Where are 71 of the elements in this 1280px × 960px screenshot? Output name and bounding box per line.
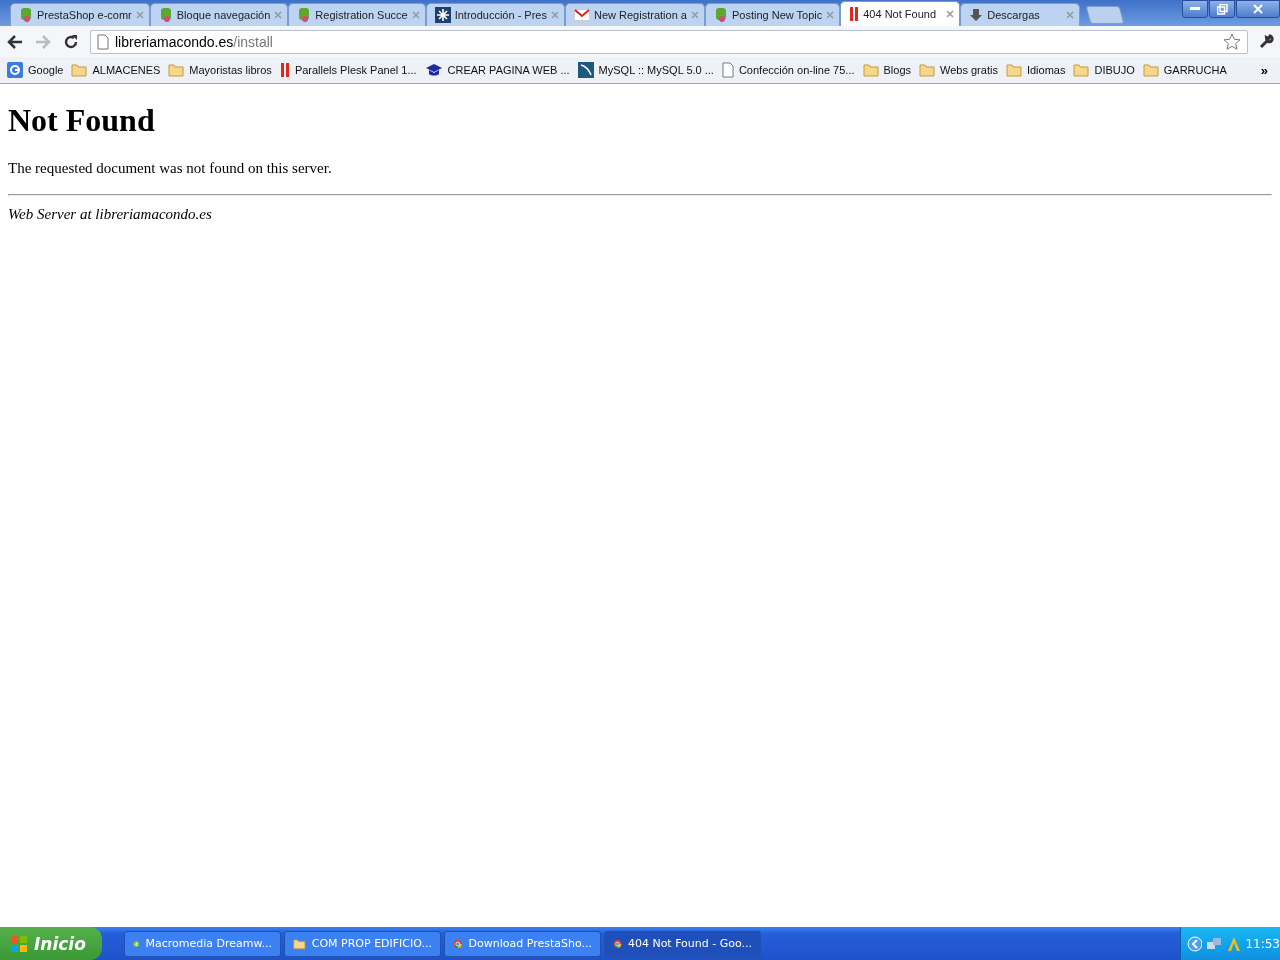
folder-icon xyxy=(862,63,879,77)
close-icon[interactable] xyxy=(135,11,144,19)
close-button[interactable] xyxy=(1236,0,1280,18)
close-icon[interactable] xyxy=(690,11,699,19)
overflow-button[interactable]: » xyxy=(1260,62,1268,78)
browser-tab[interactable]: PrestaShop e-comr xyxy=(10,3,150,26)
folder-icon xyxy=(71,63,88,77)
folder-icon xyxy=(919,63,936,77)
minimize-icon xyxy=(1190,7,1200,11)
minimize-button[interactable] xyxy=(1182,0,1208,18)
bookmark-link[interactable]: Blogs xyxy=(883,64,912,76)
folder-icon xyxy=(1073,63,1090,77)
taskbar-button[interactable]: 404 Not Found - Goo... xyxy=(604,930,761,957)
tray-app-icon[interactable] xyxy=(1225,935,1242,952)
chevron-icon[interactable] xyxy=(1187,935,1203,952)
bookmark-link[interactable]: Idiomas xyxy=(1026,64,1066,76)
close-icon xyxy=(1253,4,1263,14)
bookmark-link[interactable]: ALMACENES xyxy=(92,64,161,76)
bookmark-link[interactable]: Mayoristas libros xyxy=(189,64,272,76)
browser-tab[interactable]: Introducción - Pres xyxy=(425,3,565,26)
browser-tab[interactable]: Descargas xyxy=(960,3,1081,26)
restore-icon xyxy=(1216,3,1228,15)
forward-icon[interactable] xyxy=(34,33,52,50)
close-icon[interactable] xyxy=(274,11,283,19)
folder-icon xyxy=(1142,63,1159,77)
page-heading: Not Found xyxy=(8,102,156,139)
browser-tab[interactable]: 404 Not Found xyxy=(840,1,961,26)
browser-tab[interactable]: Bloque navegación xyxy=(149,3,289,26)
restore-button[interactable] xyxy=(1209,0,1235,18)
bookmark-link[interactable]: Google xyxy=(28,64,64,76)
graduation-cap-icon xyxy=(424,63,443,77)
wrench-icon[interactable] xyxy=(1258,33,1274,50)
google-icon xyxy=(7,62,23,78)
close-icon[interactable] xyxy=(1066,11,1075,19)
folder-icon xyxy=(1005,63,1022,77)
close-icon[interactable] xyxy=(946,10,955,18)
bookmark-link[interactable]: Webs gratis xyxy=(940,64,998,76)
browser-tab[interactable]: New Registration a xyxy=(565,3,705,26)
bookmark-link[interactable]: CREAR PAGINA WEB ... xyxy=(447,64,570,76)
browser-tab[interactable]: Registration Succe xyxy=(288,3,426,26)
error-message: The requested document was not found on this server. xyxy=(8,160,333,177)
taskbar-button[interactable]: COM PROP EDIFICIO... xyxy=(284,930,441,957)
folder-icon xyxy=(168,63,185,77)
close-icon[interactable] xyxy=(826,11,835,19)
windows-logo-icon xyxy=(10,934,28,953)
new-tab-button[interactable] xyxy=(1085,6,1125,24)
bars-icon xyxy=(849,6,860,22)
bookmark-link[interactable]: Parallels Plesk Panel 1... xyxy=(294,64,417,76)
back-icon[interactable] xyxy=(6,33,24,50)
server-signature: Web Server at libreriamacondo.es xyxy=(8,206,213,223)
reload-icon[interactable] xyxy=(62,32,80,51)
taskbar-button[interactable]: Macromedia Dreamw... xyxy=(124,930,281,957)
star-logo-icon xyxy=(434,7,451,23)
close-icon[interactable] xyxy=(411,11,420,19)
browser-tab[interactable]: Posting New Topic xyxy=(704,3,841,26)
bookmark-link[interactable]: DIBUJO xyxy=(1094,64,1135,76)
folder-icon xyxy=(293,936,306,951)
star-icon[interactable] xyxy=(1223,32,1241,51)
page-icon xyxy=(721,62,734,78)
taskbar-button[interactable]: Download PrestaSho... xyxy=(444,930,601,957)
clock: 11:53 xyxy=(1245,936,1280,951)
bookmark-link[interactable]: MySQL :: MySQL 5.0 ... xyxy=(598,64,714,76)
bars-icon xyxy=(279,62,290,78)
page-icon xyxy=(97,33,109,50)
network-icon[interactable] xyxy=(1206,935,1222,952)
close-icon[interactable] xyxy=(551,11,559,19)
bookmark-link[interactable]: GARRUCHA xyxy=(1163,64,1227,76)
bookmark-link[interactable]: Confección on-line 75... xyxy=(738,64,855,76)
download-icon xyxy=(969,8,984,22)
mail-icon xyxy=(574,9,590,21)
address-field[interactable]: libreriamacondo.es/install xyxy=(90,29,1248,54)
